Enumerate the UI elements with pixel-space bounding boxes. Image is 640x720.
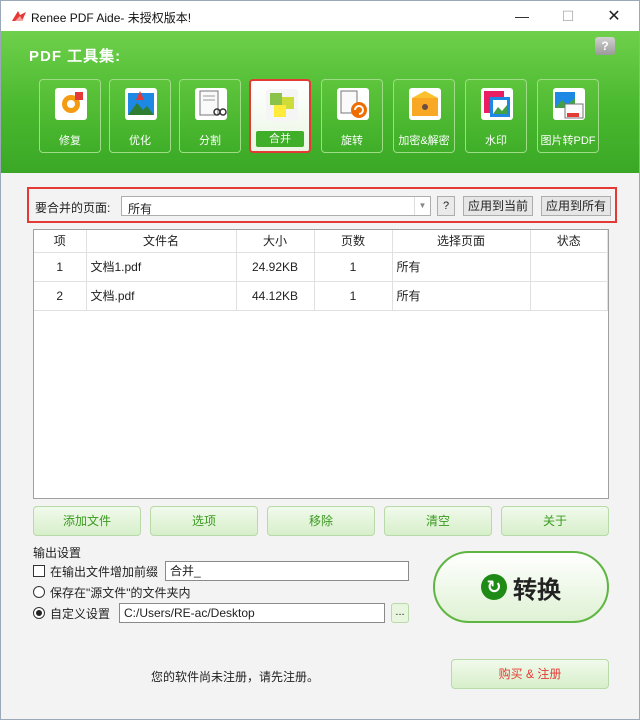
save-source-radio[interactable] <box>33 586 45 598</box>
pages-to-merge-row: 要合并的页面: 所有 ▼ ? 应用到当前 应用到所有 <box>27 187 617 223</box>
buy-register-button[interactable]: 购买 & 注册 <box>451 659 609 689</box>
tool-repair[interactable]: 修复 <box>39 79 101 153</box>
tool-split[interactable]: 分割 <box>179 79 241 153</box>
tool-encrypt[interactable]: 加密&解密 <box>393 79 455 153</box>
pages-select-value: 所有 <box>128 202 153 216</box>
cell-filename: 文档1.pdf <box>86 252 237 282</box>
column-header-status[interactable]: 状态 <box>530 230 608 253</box>
tool-optimize[interactable]: 优化 <box>109 79 171 153</box>
column-header-pages[interactable]: 页数 <box>314 230 393 253</box>
clear-button[interactable]: 清空 <box>384 506 492 536</box>
remove-button[interactable]: 移除 <box>267 506 375 536</box>
cell-index: 2 <box>34 281 87 311</box>
convert-button[interactable]: ↻ 转换 <box>433 551 609 623</box>
tool-label: 修复 <box>59 135 81 147</box>
tool-merge[interactable]: 合并 <box>249 79 311 153</box>
cell-size: 44.12KB <box>236 281 315 311</box>
window-title: Renee PDF Aide- 未授权版本! <box>31 11 192 25</box>
prefix-input[interactable]: 合并_ <box>165 561 409 581</box>
cell-selected-pages[interactable]: 所有 <box>392 252 531 282</box>
tool-label: 分割 <box>199 135 221 147</box>
encrypt-icon <box>409 88 441 120</box>
cell-status <box>530 281 608 311</box>
repair-icon <box>55 88 87 120</box>
cell-pages: 1 <box>314 281 393 311</box>
tool-label: 旋转 <box>341 135 363 147</box>
optimize-icon <box>125 88 157 120</box>
prefix-label: 在输出文件增加前缀 <box>50 564 159 579</box>
output-path-input[interactable]: C:/Users/RE-ac/Desktop <box>119 603 385 623</box>
prefix-option[interactable]: 在输出文件增加前缀 <box>33 561 158 581</box>
tool-label: 优化 <box>129 135 151 147</box>
pages-help-button[interactable]: ? <box>437 196 455 216</box>
help-button[interactable]: ? <box>595 37 615 55</box>
cell-size: 24.92KB <box>236 252 315 282</box>
convert-label: 转换 <box>513 574 561 604</box>
prefix-checkbox[interactable] <box>33 565 45 577</box>
tool-image-to-pdf[interactable]: 图片转PDF <box>537 79 599 153</box>
file-table[interactable]: 项 文件名 大小 页数 选择页面 状态 1 文档1.pdf 24.92KB 1 <box>33 229 609 499</box>
output-settings-title: 输出设置 <box>33 546 82 560</box>
cell-index: 1 <box>34 252 87 282</box>
registration-note: 您的软件尚未注册，请先注册。 <box>151 670 320 684</box>
app-logo-icon <box>12 11 26 21</box>
image-to-pdf-icon <box>553 88 585 120</box>
cell-status <box>530 252 608 282</box>
save-source-option[interactable]: 保存在"源文件"的文件夹内 <box>33 582 191 602</box>
close-button[interactable]: ✕ <box>591 1 637 31</box>
merge-panel: 要合并的页面: 所有 ▼ ? 应用到当前 应用到所有 项 文件名 大小 页数 选… <box>23 183 619 643</box>
tool-label: 加密&解密 <box>398 135 450 147</box>
tool-label: 水印 <box>485 135 507 147</box>
column-header-filename[interactable]: 文件名 <box>86 230 237 253</box>
watermark-icon <box>481 88 513 120</box>
column-header-size[interactable]: 大小 <box>236 230 315 253</box>
maximize-button[interactable]: ☐ <box>545 1 591 31</box>
title-bar: Renee PDF Aide- 未授权版本! — ☐ ✕ <box>1 1 639 31</box>
table-row[interactable]: 1 文档1.pdf 24.92KB 1 所有 <box>34 252 608 282</box>
tool-rotate[interactable]: 旋转 <box>321 79 383 153</box>
rotate-icon <box>337 88 369 120</box>
column-header-index[interactable]: 项 <box>34 230 87 253</box>
tool-watermark[interactable]: 水印 <box>465 79 527 153</box>
chevron-down-icon[interactable]: ▼ <box>414 197 430 215</box>
custom-path-option[interactable]: 自定义设置 <box>33 603 110 623</box>
convert-icon: ↻ <box>481 574 507 600</box>
custom-path-radio[interactable] <box>33 607 45 619</box>
options-button[interactable]: 选项 <box>150 506 258 536</box>
apply-all-button[interactable]: 应用到所有 <box>541 196 611 216</box>
split-icon <box>195 88 227 120</box>
tool-label: 图片转PDF <box>540 135 596 147</box>
column-header-selected-pages[interactable]: 选择页面 <box>392 230 531 253</box>
merge-icon <box>266 89 298 121</box>
table-header-row: 项 文件名 大小 页数 选择页面 状态 <box>34 230 608 253</box>
browse-button[interactable]: ... <box>391 603 409 623</box>
save-source-label: 保存在"源文件"的文件夹内 <box>50 585 191 600</box>
apply-current-button[interactable]: 应用到当前 <box>463 196 533 216</box>
custom-path-label: 自定义设置 <box>50 606 111 621</box>
tools-header: PDF 工具集: ? 修复 优化 分割 合并 旋转 加密&解密 水印 图片转PD… <box>1 31 639 173</box>
app-window: Renee PDF Aide- 未授权版本! — ☐ ✕ PDF 工具集: ? … <box>0 0 640 720</box>
file-actions: 添加文件 选项 移除 清空 关于 <box>33 506 611 536</box>
pages-to-merge-select[interactable]: 所有 ▼ <box>121 196 431 216</box>
minimize-button[interactable]: — <box>499 1 545 31</box>
add-file-button[interactable]: 添加文件 <box>33 506 141 536</box>
cell-selected-pages[interactable]: 所有 <box>392 281 531 311</box>
cell-filename: 文档.pdf <box>86 281 237 311</box>
pages-to-merge-label: 要合并的页面: <box>35 201 111 215</box>
table-row[interactable]: 2 文档.pdf 44.12KB 1 所有 <box>34 281 608 311</box>
cell-pages: 1 <box>314 252 393 282</box>
tool-label: 合并 <box>256 131 304 147</box>
tools-title: PDF 工具集: <box>29 48 122 65</box>
about-button[interactable]: 关于 <box>501 506 609 536</box>
